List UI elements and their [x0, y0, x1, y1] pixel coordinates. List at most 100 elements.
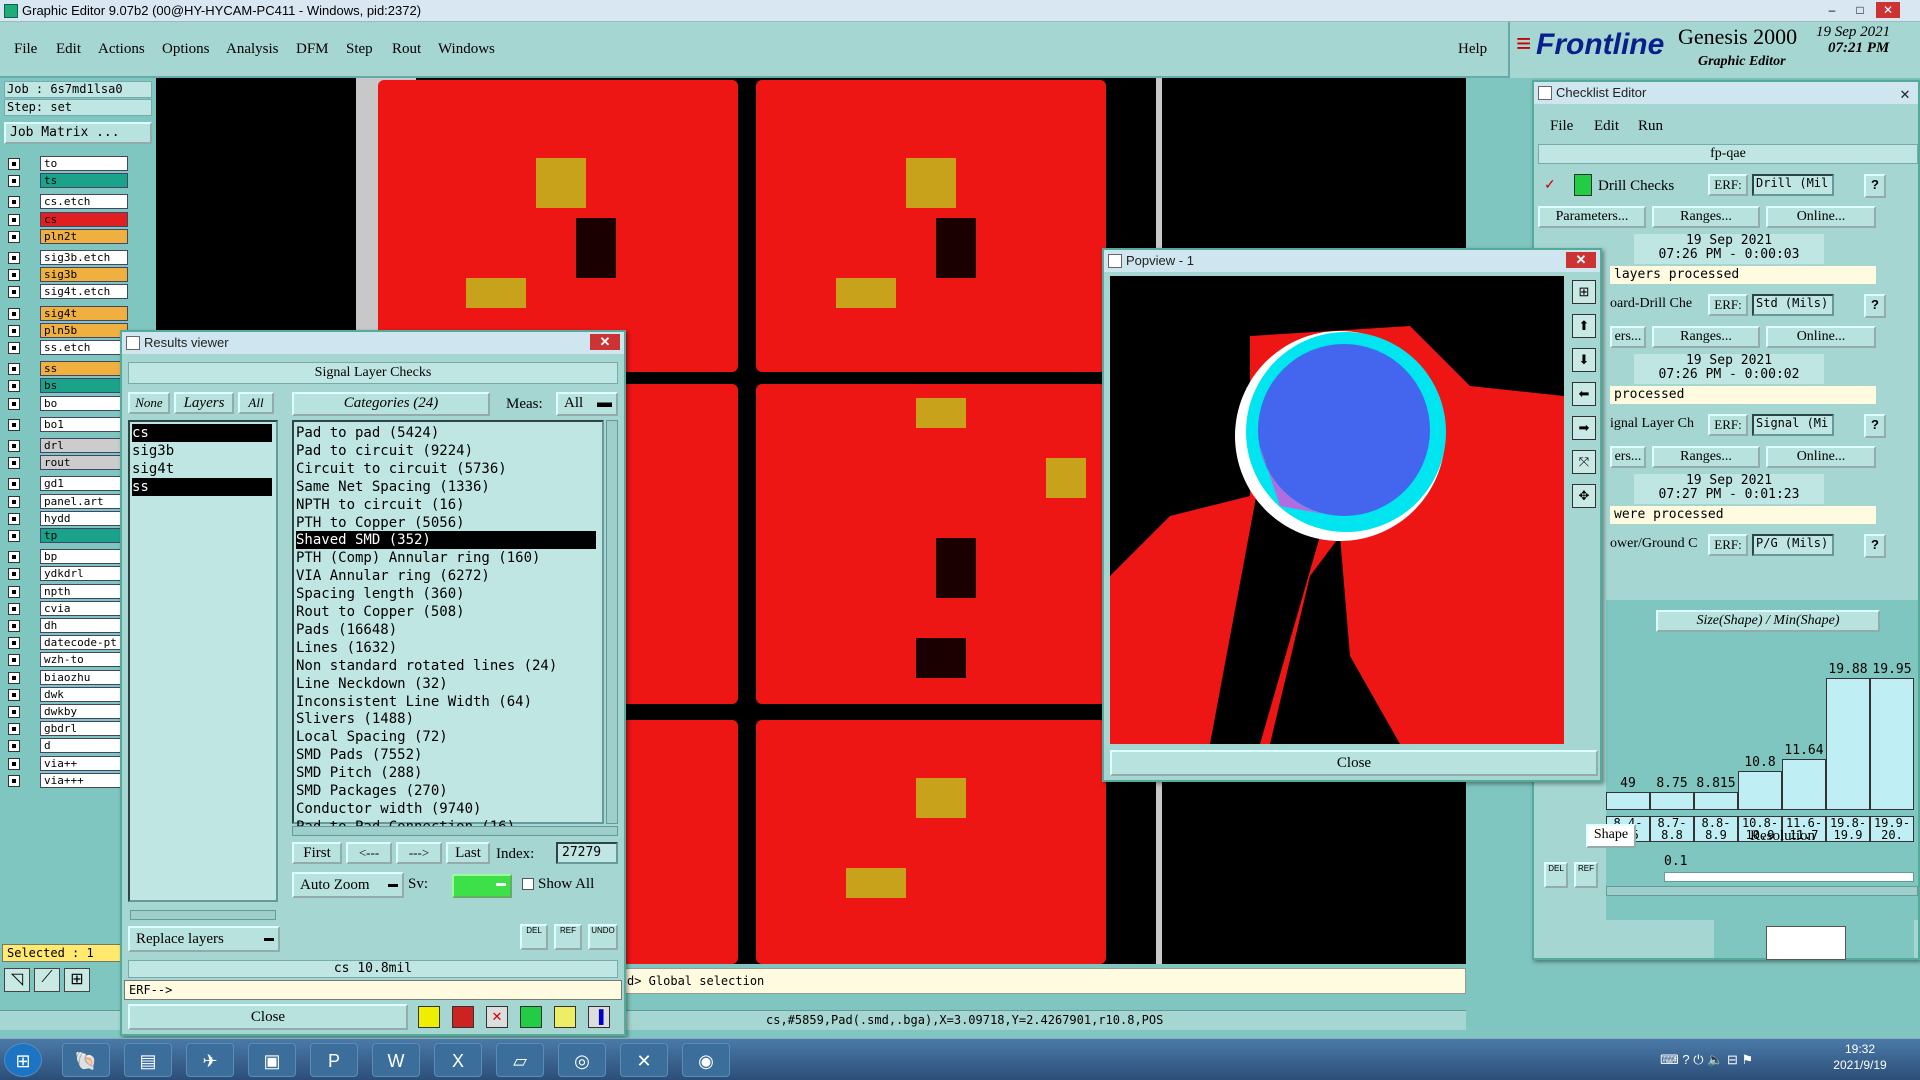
- layer-row[interactable]: bo1: [6, 416, 128, 433]
- layer-checkbox[interactable]: [8, 774, 20, 787]
- taskbar-app-book-icon[interactable]: ▱: [496, 1043, 544, 1077]
- help-icon[interactable]: ?: [1864, 294, 1886, 318]
- online-button[interactable]: Online...: [1766, 446, 1876, 468]
- checklist-menu-file[interactable]: File: [1550, 118, 1573, 135]
- erf-prompt[interactable]: ERF-->: [124, 980, 622, 1000]
- undo-button[interactable]: UNDO: [588, 924, 618, 950]
- board-erf-value[interactable]: Std (Mils): [1752, 294, 1834, 316]
- signal-erf-value[interactable]: Signal (Mi: [1752, 414, 1834, 436]
- layer-name[interactable]: ss: [40, 361, 128, 377]
- close-button[interactable]: Close: [128, 1004, 408, 1030]
- layer-checkbox[interactable]: [8, 286, 20, 299]
- resolution-slider[interactable]: [1664, 872, 1914, 882]
- taskbar-app-eye-icon[interactable]: ◉: [682, 1043, 730, 1077]
- layer-name[interactable]: rout: [40, 455, 128, 471]
- histogram-bar[interactable]: [1738, 771, 1782, 810]
- layer-checkbox[interactable]: [8, 213, 20, 226]
- layer-row[interactable]: dwk: [6, 686, 128, 703]
- layer-checkbox[interactable]: [8, 397, 20, 410]
- record-icon[interactable]: [452, 1006, 474, 1028]
- category-item[interactable]: Shaved SMD (352): [296, 531, 596, 550]
- categories-list[interactable]: Pad to pad (5424) Pad to circuit (9224) Ci…: [292, 420, 604, 835]
- layer-checkbox[interactable]: [8, 342, 20, 354]
- delete-icon[interactable]: ✕: [486, 1006, 508, 1028]
- auto-zoom-dropdown[interactable]: Auto Zoom ▬: [292, 872, 404, 898]
- layer-name[interactable]: d: [40, 738, 128, 754]
- ranges-button[interactable]: Ranges...: [1652, 326, 1760, 348]
- popview-canvas[interactable]: [1110, 276, 1564, 744]
- layer-name[interactable]: sig3b: [40, 267, 128, 283]
- category-item[interactable]: SMD Packages (270): [296, 782, 596, 800]
- menu-edit[interactable]: Edit: [56, 41, 81, 58]
- tool-icon-1[interactable]: ◹: [4, 968, 30, 992]
- layer-checkbox[interactable]: [8, 637, 20, 650]
- layer-row[interactable]: dwkby: [6, 704, 128, 720]
- layer-row[interactable]: cs: [6, 211, 128, 228]
- ranges-button[interactable]: Ranges...: [1652, 446, 1760, 468]
- layer-checkbox[interactable]: [8, 418, 20, 431]
- layer-row[interactable]: sig4t.etch: [6, 284, 128, 300]
- layer-row[interactable]: panel.art: [6, 493, 128, 510]
- category-item[interactable]: Spacing length (360): [296, 585, 596, 603]
- checklist-menu-edit[interactable]: Edit: [1594, 118, 1619, 135]
- layer-row[interactable]: gbdrl: [6, 721, 128, 737]
- ref-button[interactable]: REF: [554, 924, 582, 950]
- close-icon[interactable]: ✕: [590, 334, 620, 350]
- layer-checkbox[interactable]: [8, 530, 20, 542]
- layer-row[interactable]: sig3b.etch: [6, 250, 128, 266]
- category-item[interactable]: Line Neckdown (32): [296, 675, 596, 693]
- taskbar-app-word-icon[interactable]: W: [372, 1043, 420, 1077]
- fit-icon[interactable]: ⤧: [1572, 450, 1596, 474]
- report-icon[interactable]: [554, 1006, 576, 1028]
- erf-button[interactable]: ERF:: [1708, 174, 1748, 196]
- taskbar-app-notepad-icon[interactable]: ▤: [124, 1043, 172, 1077]
- layer-row[interactable]: via+++: [6, 772, 128, 789]
- category-item[interactable]: Circuit to circuit (5736): [296, 460, 596, 478]
- none-button[interactable]: None: [128, 392, 170, 414]
- layer-row[interactable]: sig4t: [6, 305, 128, 322]
- layer-row[interactable]: bo: [6, 395, 128, 412]
- layer-row[interactable]: bp: [6, 549, 128, 565]
- histogram-icon[interactable]: ▐: [588, 1006, 610, 1028]
- help-tray-icon[interactable]: ?: [1682, 1052, 1689, 1067]
- layer-row[interactable]: pln2t: [6, 228, 128, 245]
- taskbar-app-genesis-icon[interactable]: ◎: [558, 1043, 606, 1077]
- layer-checkbox[interactable]: [8, 252, 20, 264]
- layer-name[interactable]: panel.art: [40, 493, 128, 509]
- zoom-in-icon[interactable]: ⊞: [1572, 280, 1596, 304]
- layer-checkbox[interactable]: [8, 602, 20, 615]
- checkmark-icon[interactable]: ✓: [1544, 176, 1556, 193]
- taskbar-app-excel-icon[interactable]: X: [434, 1043, 482, 1077]
- taskbar-app-save-icon[interactable]: ▣: [248, 1043, 296, 1077]
- help-icon[interactable]: ?: [1864, 414, 1886, 438]
- layer-name[interactable]: via+++: [40, 772, 128, 788]
- category-item[interactable]: Inconsistent Line Width (64): [296, 693, 596, 711]
- layer-row[interactable]: to: [6, 156, 128, 172]
- layer-name[interactable]: wzh-to: [40, 652, 128, 668]
- layer-name[interactable]: pln5b: [40, 322, 128, 338]
- layer-checkbox[interactable]: [8, 671, 20, 684]
- layer-row[interactable]: gd1: [6, 476, 128, 492]
- checklist-icon[interactable]: [418, 1006, 440, 1028]
- close-icon[interactable]: ✕: [1896, 84, 1914, 102]
- taskbar-app-shell-icon[interactable]: 🐚: [62, 1043, 110, 1077]
- layer-name[interactable]: cvia: [40, 600, 128, 616]
- layer-checkbox[interactable]: [8, 551, 20, 564]
- layer-checkbox[interactable]: [8, 568, 20, 581]
- layer-result-item[interactable]: sig4t: [132, 460, 272, 478]
- layer-name[interactable]: sig4t: [40, 305, 128, 321]
- layer-name[interactable]: ydkdrl: [40, 566, 128, 582]
- help-icon[interactable]: ?: [1864, 174, 1886, 198]
- category-item[interactable]: PTH to Copper (5056): [296, 514, 596, 532]
- layer-row[interactable]: ss: [6, 361, 128, 377]
- layers-button[interactable]: Layers: [174, 392, 234, 414]
- ref-button[interactable]: REF: [1574, 862, 1598, 888]
- layer-name[interactable]: via++: [40, 755, 128, 771]
- layer-row[interactable]: sig3b: [6, 267, 128, 283]
- ranges-button[interactable]: Ranges...: [1652, 206, 1760, 228]
- layer-row[interactable]: bs: [6, 378, 128, 394]
- layer-checkbox[interactable]: [8, 440, 20, 452]
- layer-name[interactable]: dwkby: [40, 704, 128, 719]
- show-all-checkbox[interactable]: [522, 878, 534, 890]
- center-icon[interactable]: ✥: [1572, 484, 1596, 508]
